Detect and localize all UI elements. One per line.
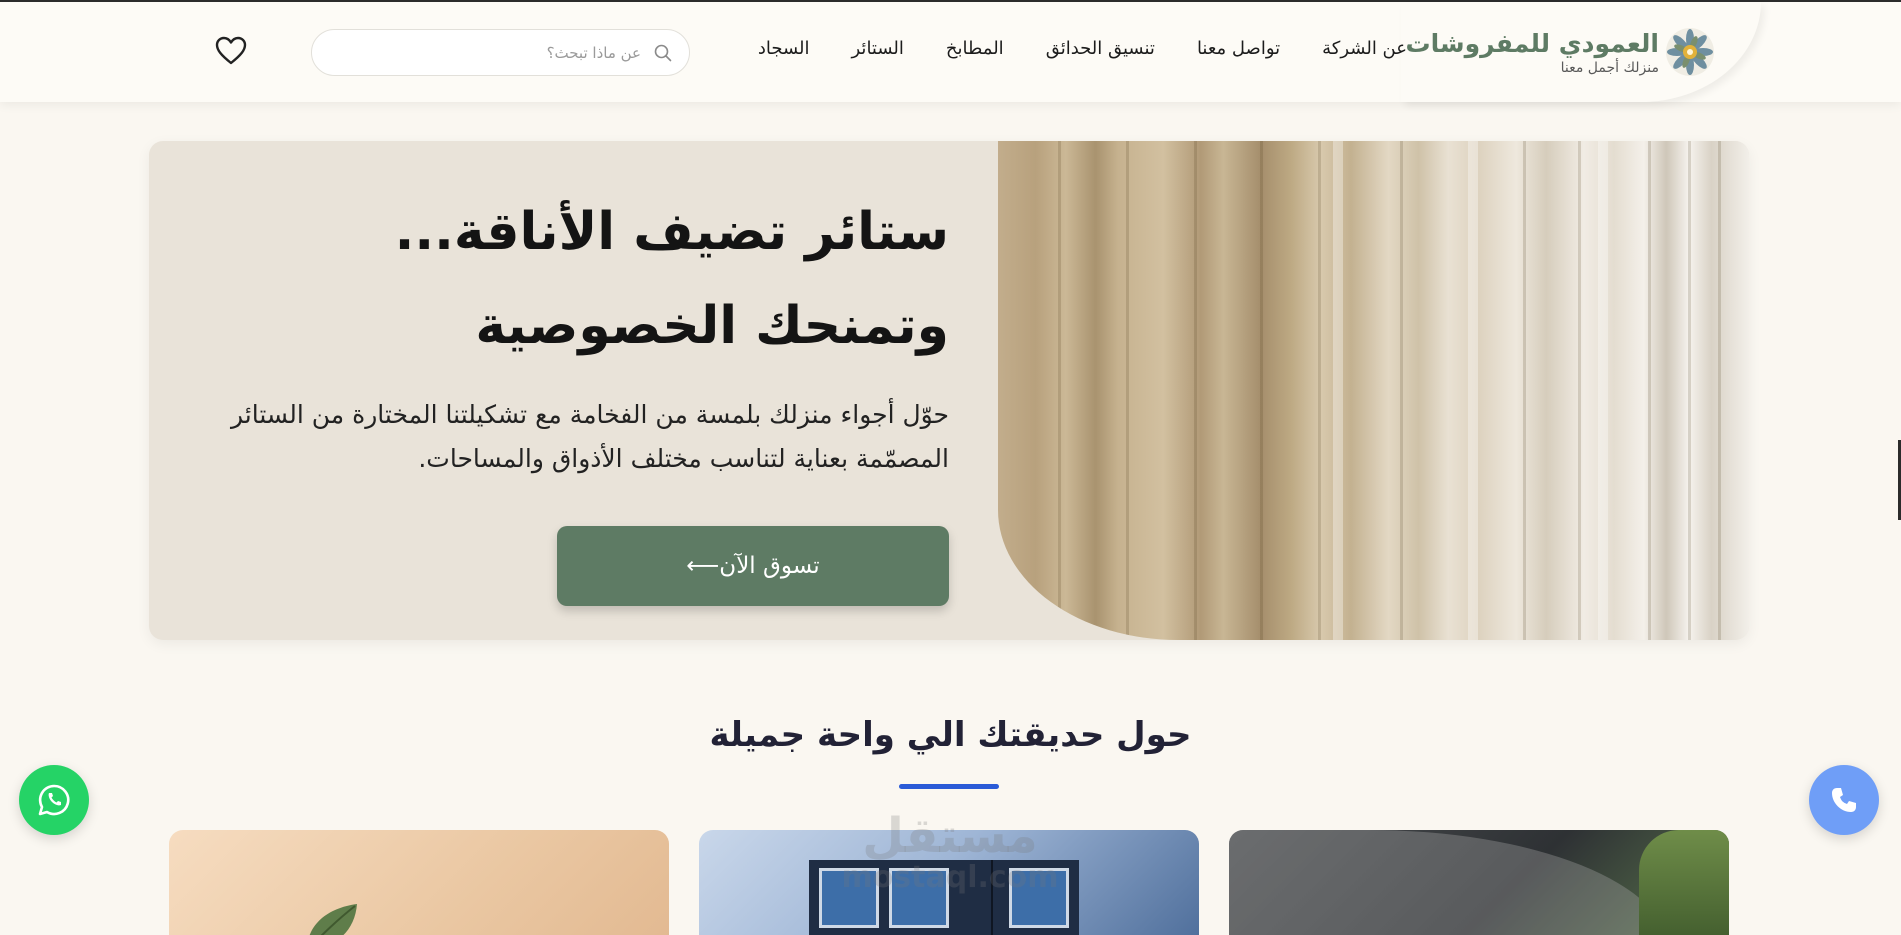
phone-icon: [1832, 788, 1856, 812]
brand-tagline: منزلك أجمل معنا: [1560, 60, 1659, 76]
call-button[interactable]: [1809, 765, 1879, 835]
nav-item-curtains[interactable]: الستائر: [852, 38, 904, 59]
architecture-image: [1229, 830, 1669, 935]
whatsapp-icon: [38, 784, 70, 816]
garden-card-plant[interactable]: [169, 830, 669, 935]
hero-title: ستائر تضيف الأناقة... وتمنحك الخصوصية: [394, 202, 949, 356]
shop-now-button[interactable]: تسوق الآن⟵: [557, 526, 949, 606]
search-box: [311, 29, 690, 76]
nav-item-landscaping[interactable]: تنسيق الحدائق: [1046, 38, 1155, 59]
brand-logo-link[interactable]: العمودي للمفروشات منزلك أجمل معنا: [1406, 22, 1715, 82]
whatsapp-button[interactable]: [19, 765, 89, 835]
hero-description: حوّل أجواء منزلك بلمسة من الفخامة مع تشك…: [231, 400, 949, 473]
main-nav: السجاد الستائر المطابخ تنسيق الحدائق توا…: [758, 38, 1407, 59]
mosaic-flower-icon: [1666, 28, 1714, 76]
garden-card-green-wall[interactable]: [1229, 830, 1729, 935]
watermark-latin: mostaql.com: [841, 860, 1059, 895]
section-title-underline: [899, 784, 999, 789]
search-input[interactable]: [341, 42, 641, 64]
brand-name: العمودي للمفروشات: [1405, 29, 1659, 58]
watermark-arabic: مستقل: [862, 808, 1038, 864]
nav-item-kitchens[interactable]: المطابخ: [946, 38, 1004, 59]
plant-leaf-image: [309, 904, 357, 935]
nav-item-carpets[interactable]: السجاد: [758, 38, 810, 59]
heart-icon[interactable]: [215, 36, 247, 66]
hero-banner: ستائر تضيف الأناقة... وتمنحك الخصوصية حو…: [149, 141, 1749, 640]
brand-text: العمودي للمفروشات منزلك أجمل معنا: [1406, 28, 1659, 76]
search-icon[interactable]: [653, 43, 673, 63]
nav-item-contact[interactable]: تواصل معنا: [1197, 38, 1280, 59]
nav-item-about[interactable]: عن الشركة: [1322, 38, 1407, 59]
watermark: مستقل mostaql.com: [820, 810, 1080, 894]
moss-wall-image: [1639, 830, 1729, 935]
curtains-photo: [998, 141, 1749, 640]
section-title: حول حديقتك الي واحة جميلة: [709, 715, 1192, 755]
